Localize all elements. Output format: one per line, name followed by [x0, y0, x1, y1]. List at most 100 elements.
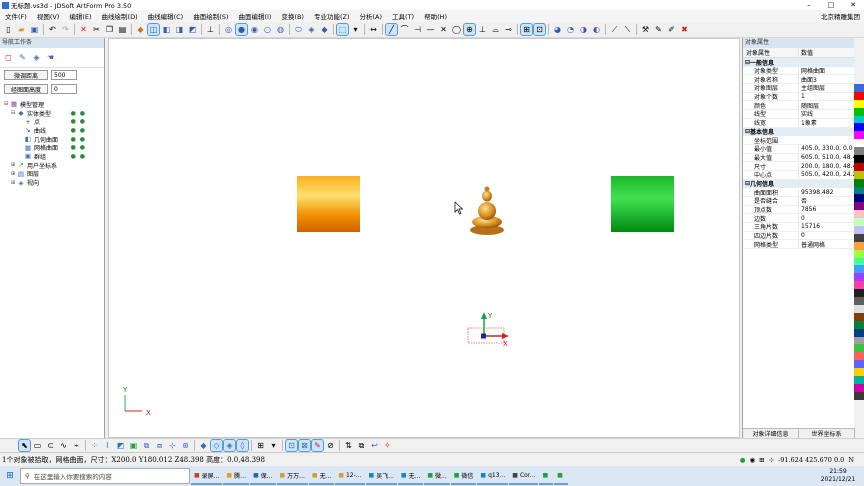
props-row[interactable]: 三角片数 15716: [743, 223, 854, 232]
hand-tab-icon[interactable]: ☚: [45, 52, 56, 63]
color-swatch[interactable]: [854, 218, 864, 227]
menu-item[interactable]: 曲面绘制(S): [188, 11, 233, 21]
taskbar-app[interactable]: ■ 12-...: [335, 467, 365, 485]
view-front-icon[interactable]: ◫: [147, 23, 160, 36]
plane-height-button[interactable]: 经图面高度: [4, 84, 48, 94]
sphere-flat-icon[interactable]: ◉: [249, 24, 260, 35]
color-swatch[interactable]: [854, 123, 864, 132]
filter-curve-icon[interactable]: ⌇: [102, 440, 113, 451]
color-swatch[interactable]: [854, 297, 864, 305]
color-swatch[interactable]: [854, 368, 864, 376]
copy-icon[interactable]: ❐: [104, 24, 115, 35]
center-snap-icon[interactable]: ⊕: [463, 23, 476, 36]
color-swatch[interactable]: [854, 241, 864, 250]
ucs-gizmo[interactable]: Y X: [467, 312, 509, 348]
props-row[interactable]: 对象名称 曲面3: [743, 75, 854, 85]
taskbar-app[interactable]: ■ 无...: [397, 467, 424, 485]
pick-poly-icon[interactable]: ⌁: [71, 440, 82, 451]
render4-icon[interactable]: ◐: [591, 24, 602, 35]
visibility-icon[interactable]: ● ●: [71, 118, 102, 125]
perp-snap-icon[interactable]: ⊥: [477, 24, 488, 35]
mirror-distance-input[interactable]: [51, 70, 77, 80]
color-swatch[interactable]: [854, 84, 864, 92]
curve-snap-icon[interactable]: ⌒: [399, 24, 410, 35]
maximize-button[interactable]: □: [820, 0, 842, 10]
lock-icon[interactable]: ◈: [223, 439, 236, 452]
props-row[interactable]: 对象图层 主组图层: [743, 84, 854, 93]
props-section-header[interactable]: ⊟ 一般信息: [743, 58, 854, 67]
show-icon[interactable]: ◆: [198, 440, 209, 451]
taskbar-app[interactable]: ■ 万万...: [276, 467, 308, 485]
object-detail-tab[interactable]: 对象详细信息: [743, 429, 799, 438]
taskbar-app[interactable]: ■ 无...: [308, 467, 335, 485]
tree-node[interactable]: ▣ 群组 ● ●: [4, 152, 102, 161]
menu-item[interactable]: 曲线绘制(D): [97, 11, 143, 21]
color-swatch[interactable]: [854, 178, 864, 187]
taskbar-app[interactable]: ■ 微信: [450, 467, 477, 485]
coord-icon[interactable]: ⊥: [205, 24, 216, 35]
filter-group-icon[interactable]: ⧉: [141, 440, 152, 451]
color-swatch[interactable]: [854, 131, 864, 140]
props-row[interactable]: 曲面面积 95398.482: [743, 188, 854, 197]
select-icon[interactable]: ⬚: [336, 23, 349, 36]
view-iso-icon[interactable]: ◩: [187, 24, 198, 35]
taskbar-clock[interactable]: 21:59 2021/12/21: [812, 468, 864, 484]
menu-item[interactable]: 帮助(H): [419, 11, 452, 21]
color-swatch[interactable]: [854, 226, 864, 234]
color-swatch[interactable]: [854, 99, 864, 108]
filter-surface-icon[interactable]: ◩: [115, 440, 126, 451]
align-icon[interactable]: ⊞: [255, 440, 266, 451]
hide-icon[interactable]: ◇: [210, 439, 223, 452]
color-swatch[interactable]: [854, 352, 864, 361]
tree-node[interactable]: ⊞ ◈ 视向: [4, 178, 102, 188]
props-row[interactable]: 坐标范围: [743, 136, 854, 145]
sphere-edge-icon[interactable]: ◍: [275, 24, 286, 35]
3d-viewport[interactable]: Y X Y X: [108, 38, 740, 438]
color-swatch[interactable]: [854, 360, 864, 369]
minimize-button[interactable]: –: [798, 0, 820, 10]
filter-all-icon[interactable]: ⊛: [180, 440, 191, 451]
sphere-shaded-icon[interactable]: ●: [235, 23, 248, 36]
props-row[interactable]: 线宽 1象素: [743, 118, 854, 128]
menu-item[interactable]: 分析(A): [355, 11, 388, 21]
tool-icon[interactable]: ⚒: [640, 24, 651, 35]
sphere-outline-icon[interactable]: ○: [262, 24, 273, 35]
pick-box-icon[interactable]: ▭: [32, 440, 43, 451]
menu-item[interactable]: 曲面编辑(I): [233, 11, 276, 21]
color-swatch[interactable]: [854, 304, 864, 313]
snap-grid-icon[interactable]: ⊡: [285, 439, 298, 452]
color-swatch[interactable]: [854, 344, 864, 353]
delete-icon[interactable]: ✕: [78, 24, 89, 35]
new-file-icon[interactable]: ▯: [3, 24, 14, 35]
windows-start-icon[interactable]: ⊞: [0, 466, 20, 486]
circle-snap-icon[interactable]: ◯: [451, 24, 462, 35]
color-swatch[interactable]: [854, 194, 864, 203]
taskbar-app[interactable]: ■: [539, 467, 554, 485]
props-row[interactable]: 线型 实线: [743, 110, 854, 119]
visibility-icon[interactable]: ● ●: [71, 110, 102, 117]
redo-icon[interactable]: ↷: [60, 24, 71, 35]
color-swatch[interactable]: [854, 265, 864, 274]
props-row[interactable]: 最小值 405.0, 330.0, 0.0: [743, 145, 854, 154]
tree-node[interactable]: ⊟ ◆ 实体类型 ● ●: [4, 109, 102, 118]
props-row[interactable]: 尺寸 200.0, 180.0, 48.4: [743, 162, 854, 171]
visibility-icon[interactable]: ● ●: [71, 144, 102, 151]
taskbar-app[interactable]: ■ 腾…: [223, 467, 250, 485]
menu-item[interactable]: 变换(B): [276, 11, 309, 21]
tree-node[interactable]: + 点 ● ●: [4, 117, 102, 127]
color-swatch[interactable]: [854, 257, 864, 266]
tree-node[interactable]: ▦ 网格曲面 ● ●: [4, 143, 102, 153]
tree-node[interactable]: ↘ 曲线 ● ●: [4, 126, 102, 135]
edit-tool-icon[interactable]: ✎: [653, 24, 664, 35]
filter-mesh-icon[interactable]: ▣: [128, 440, 139, 451]
menu-item[interactable]: 编辑(E): [64, 11, 96, 21]
mirror-distance-button[interactable]: 微调距离: [4, 70, 48, 80]
props-row[interactable]: 中心点 505.0, 420.0, 24.2: [743, 171, 854, 180]
filter-point-icon[interactable]: ⁘: [89, 440, 100, 451]
filter-layer-icon[interactable]: ⧈: [154, 440, 165, 451]
stop-icon[interactable]: ✖: [679, 24, 690, 35]
tree-node[interactable]: ◧ 几何曲面 ● ●: [4, 135, 102, 144]
viewport-canvas[interactable]: Y X Y X: [109, 39, 741, 439]
cylinder-icon[interactable]: ⬭: [293, 24, 304, 35]
magic-icon[interactable]: ✧: [382, 440, 393, 451]
